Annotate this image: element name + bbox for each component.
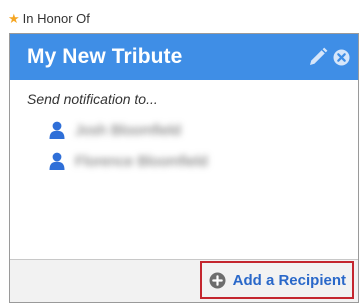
notification-label: Send notification to... (27, 91, 158, 107)
recipient-item[interactable]: Florence Bloomfield (49, 152, 208, 170)
user-icon (49, 121, 65, 139)
recipient-item[interactable]: Josh Bloomfield (49, 121, 181, 139)
tribute-card-header: My New Tribute (10, 34, 358, 80)
plus-circle-icon (209, 272, 226, 289)
star-icon: ★ (8, 10, 20, 26)
in-honor-of-label: In Honor Of (22, 10, 90, 26)
recipient-name: Josh Bloomfield (75, 121, 181, 139)
user-icon (49, 152, 65, 170)
tribute-card: My New Tribute Send notification to... J… (9, 33, 359, 303)
in-honor-of-heading: ★ In Honor Of (8, 9, 90, 27)
tribute-card-footer: Add a Recipient (10, 259, 358, 302)
add-recipient-label: Add a Recipient (232, 271, 346, 289)
tribute-title: My New Tribute (27, 45, 183, 68)
close-icon[interactable] (333, 49, 350, 66)
header-actions (308, 47, 350, 67)
recipient-name: Florence Bloomfield (75, 152, 208, 170)
edit-pencil-icon[interactable] (308, 47, 328, 67)
add-recipient-button[interactable]: Add a Recipient (199, 261, 354, 299)
